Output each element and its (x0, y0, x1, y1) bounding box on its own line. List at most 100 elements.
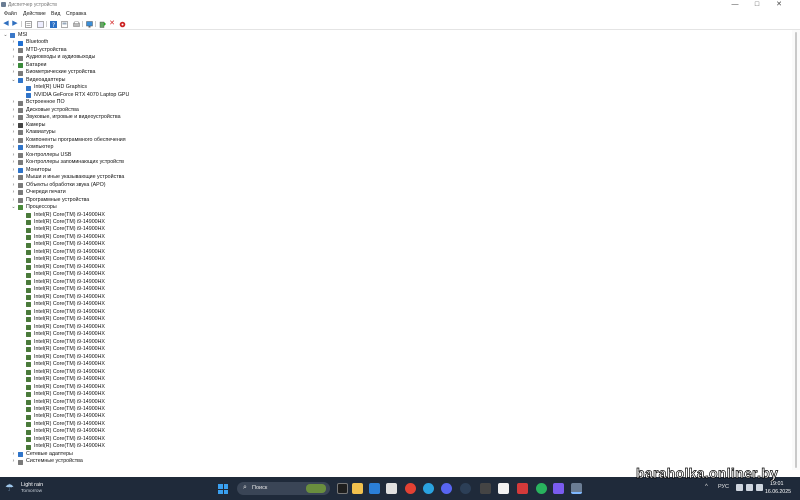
expand-chevron-icon[interactable]: › (11, 458, 16, 466)
expand-chevron-icon[interactable]: › (11, 99, 16, 107)
weather-rain-icon[interactable]: ☂ (5, 483, 14, 494)
tree-category[interactable]: › Очереди печати (0, 189, 780, 197)
tree-root-computer[interactable]: ⌄ MSI (0, 32, 780, 40)
telegram-icon[interactable] (423, 483, 434, 494)
tree-category[interactable]: › Компьютер (0, 144, 780, 152)
tree-device-cpu[interactable]: Intel(R) Core(TM) i9-14900HX (0, 226, 780, 234)
expand-chevron-icon[interactable]: › (11, 167, 16, 175)
disable-icon[interactable] (118, 20, 126, 28)
tree-device-cpu[interactable]: Intel(R) Core(TM) i9-14900HX (0, 309, 780, 317)
tree-device-cpu[interactable]: Intel(R) Core(TM) i9-14900HX (0, 369, 780, 377)
tree-device-cpu[interactable]: Intel(R) Core(TM) i9-14900HX (0, 256, 780, 264)
tree-category[interactable]: › Клавиатуры (0, 129, 780, 137)
store-icon[interactable] (369, 483, 380, 494)
tree-category[interactable]: › MTD-устройства (0, 47, 780, 55)
tree-category[interactable]: › Встроенное ПО (0, 99, 780, 107)
printer-icon[interactable] (72, 20, 80, 28)
tree-device-cpu[interactable]: Intel(R) Core(TM) i9-14900HX (0, 271, 780, 279)
discord-icon[interactable] (441, 483, 452, 494)
monitor-icon[interactable] (85, 20, 93, 28)
tree-category[interactable]: › Контроллеры запоминающих устройств (0, 159, 780, 167)
tree-device-cpu[interactable]: Intel(R) Core(TM) i9-14900HX (0, 406, 780, 414)
tree-category[interactable]: › Мыши и иные указывающие устройства (0, 174, 780, 182)
collapse-chevron-icon[interactable]: ⌄ (11, 204, 16, 212)
weather-subtitle[interactable]: Tomorrow (21, 489, 42, 494)
tree-category[interactable]: › Аудиовходы и аудиовыходы (0, 54, 780, 62)
tree-device-gpu[interactable]: Intel(R) UHD Graphics (0, 84, 780, 92)
tree-device-cpu[interactable]: Intel(R) Core(TM) i9-14900HX (0, 249, 780, 257)
media-icon[interactable] (536, 483, 547, 494)
tree-category-video[interactable]: ⌄ Видеоадаптеры (0, 77, 780, 85)
expand-chevron-icon[interactable]: › (11, 122, 16, 130)
file-explorer-icon[interactable] (352, 483, 363, 494)
expand-chevron-icon[interactable]: › (11, 107, 16, 115)
tree-category[interactable]: › Биометрические устройства (0, 69, 780, 77)
close-button[interactable]: ✕ (770, 0, 788, 10)
wifi-icon[interactable] (736, 484, 743, 491)
tree-category[interactable]: › Камеры (0, 122, 780, 130)
expand-chevron-icon[interactable]: › (11, 39, 16, 47)
tree-category[interactable]: › Мониторы (0, 167, 780, 175)
task-view-icon[interactable] (337, 483, 348, 494)
tree-device-cpu[interactable]: Intel(R) Core(TM) i9-14900HX (0, 241, 780, 249)
tree-device-cpu[interactable]: Intel(R) Core(TM) i9-14900HX (0, 399, 780, 407)
scroll-thumb[interactable] (795, 32, 797, 468)
chrome-icon[interactable] (405, 483, 416, 494)
tree-device-cpu[interactable]: Intel(R) Core(TM) i9-14900HX (0, 264, 780, 272)
taskbar-search[interactable]: ⌕ Поиск (237, 482, 330, 495)
device-tree[interactable]: ⌄ MSI › Bluetooth › MTD-устройства › Аудиовходы… (0, 30, 790, 470)
maximize-button[interactable]: □ (748, 0, 766, 10)
tree-device-cpu[interactable]: Intel(R) Core(TM) i9-14900HX (0, 294, 780, 302)
terminal-icon[interactable] (480, 483, 491, 494)
tree-device-cpu[interactable]: Intel(R) Core(TM) i9-14900HX (0, 354, 780, 362)
expand-chevron-icon[interactable]: › (11, 137, 16, 145)
chat-icon[interactable] (553, 483, 564, 494)
expand-chevron-icon[interactable]: › (11, 174, 16, 182)
tree-category[interactable]: › Звуковые, игровые и видеоустройства (0, 114, 780, 122)
collapse-chevron-icon[interactable]: ⌄ (11, 77, 16, 85)
expand-chevron-icon[interactable]: › (11, 451, 16, 459)
tree-device-cpu[interactable]: Intel(R) Core(TM) i9-14900HX (0, 413, 780, 421)
tray-expand-icon[interactable]: ^ (705, 484, 708, 490)
menu-help[interactable]: Справка (66, 11, 86, 17)
tree-category-processors[interactable]: ⌄ Процессоры (0, 204, 780, 212)
forward-icon[interactable]: ▶ (11, 20, 19, 28)
tree-device-cpu[interactable]: Intel(R) Core(TM) i9-14900HX (0, 324, 780, 332)
language-indicator[interactable]: РУС (718, 484, 729, 490)
expand-chevron-icon[interactable]: › (11, 152, 16, 160)
tree-device-cpu[interactable]: Intel(R) Core(TM) i9-14900HX (0, 376, 780, 384)
tree-device-cpu[interactable]: Intel(R) Core(TM) i9-14900HX (0, 234, 780, 242)
tree-device-cpu[interactable]: Intel(R) Core(TM) i9-14900HX (0, 316, 780, 324)
tree-device-cpu[interactable]: Intel(R) Core(TM) i9-14900HX (0, 391, 780, 399)
clock-date[interactable]: 16.06.2025 (765, 489, 791, 495)
tree-device-cpu[interactable]: Intel(R) Core(TM) i9-14900HX (0, 436, 780, 444)
weather-title[interactable]: Light rain (21, 482, 43, 488)
tree-category[interactable]: › Сетевые адаптеры (0, 451, 780, 459)
show-hidden-icon[interactable] (60, 20, 68, 28)
tree-device-cpu[interactable]: Intel(R) Core(TM) i9-14900HX (0, 443, 780, 451)
update-driver-icon[interactable] (98, 20, 106, 28)
minimize-button[interactable]: — (726, 0, 744, 10)
tree-device-cpu[interactable]: Intel(R) Core(TM) i9-14900HX (0, 339, 780, 347)
list-icon[interactable] (36, 20, 44, 28)
expand-chevron-icon[interactable]: › (11, 189, 16, 197)
properties-icon[interactable] (24, 20, 32, 28)
volume-icon[interactable] (746, 484, 753, 491)
expand-chevron-icon[interactable]: › (11, 182, 16, 190)
tree-device-cpu[interactable]: Intel(R) Core(TM) i9-14900HX (0, 212, 780, 220)
menu-view[interactable]: Вид (51, 11, 60, 17)
expand-chevron-icon[interactable]: › (11, 114, 16, 122)
tree-device-gpu[interactable]: NVIDIA GeForce RTX 4070 Laptop GPU (0, 92, 780, 100)
tree-category[interactable]: › Объекты обработки звука (APO) (0, 182, 780, 190)
expand-chevron-icon[interactable]: › (11, 47, 16, 55)
weather-app-icon[interactable] (386, 483, 397, 494)
expand-chevron-icon[interactable]: › (11, 197, 16, 205)
tree-device-cpu[interactable]: Intel(R) Core(TM) i9-14900HX (0, 286, 780, 294)
tree-device-cpu[interactable]: Intel(R) Core(TM) i9-14900HX (0, 421, 780, 429)
tree-category[interactable]: › Батареи (0, 62, 780, 70)
tree-device-cpu[interactable]: Intel(R) Core(TM) i9-14900HX (0, 219, 780, 227)
tree-device-cpu[interactable]: Intel(R) Core(TM) i9-14900HX (0, 361, 780, 369)
expand-chevron-icon[interactable]: › (11, 159, 16, 167)
tree-device-cpu[interactable]: Intel(R) Core(TM) i9-14900HX (0, 384, 780, 392)
clock-time[interactable]: 19:01 (770, 481, 784, 487)
